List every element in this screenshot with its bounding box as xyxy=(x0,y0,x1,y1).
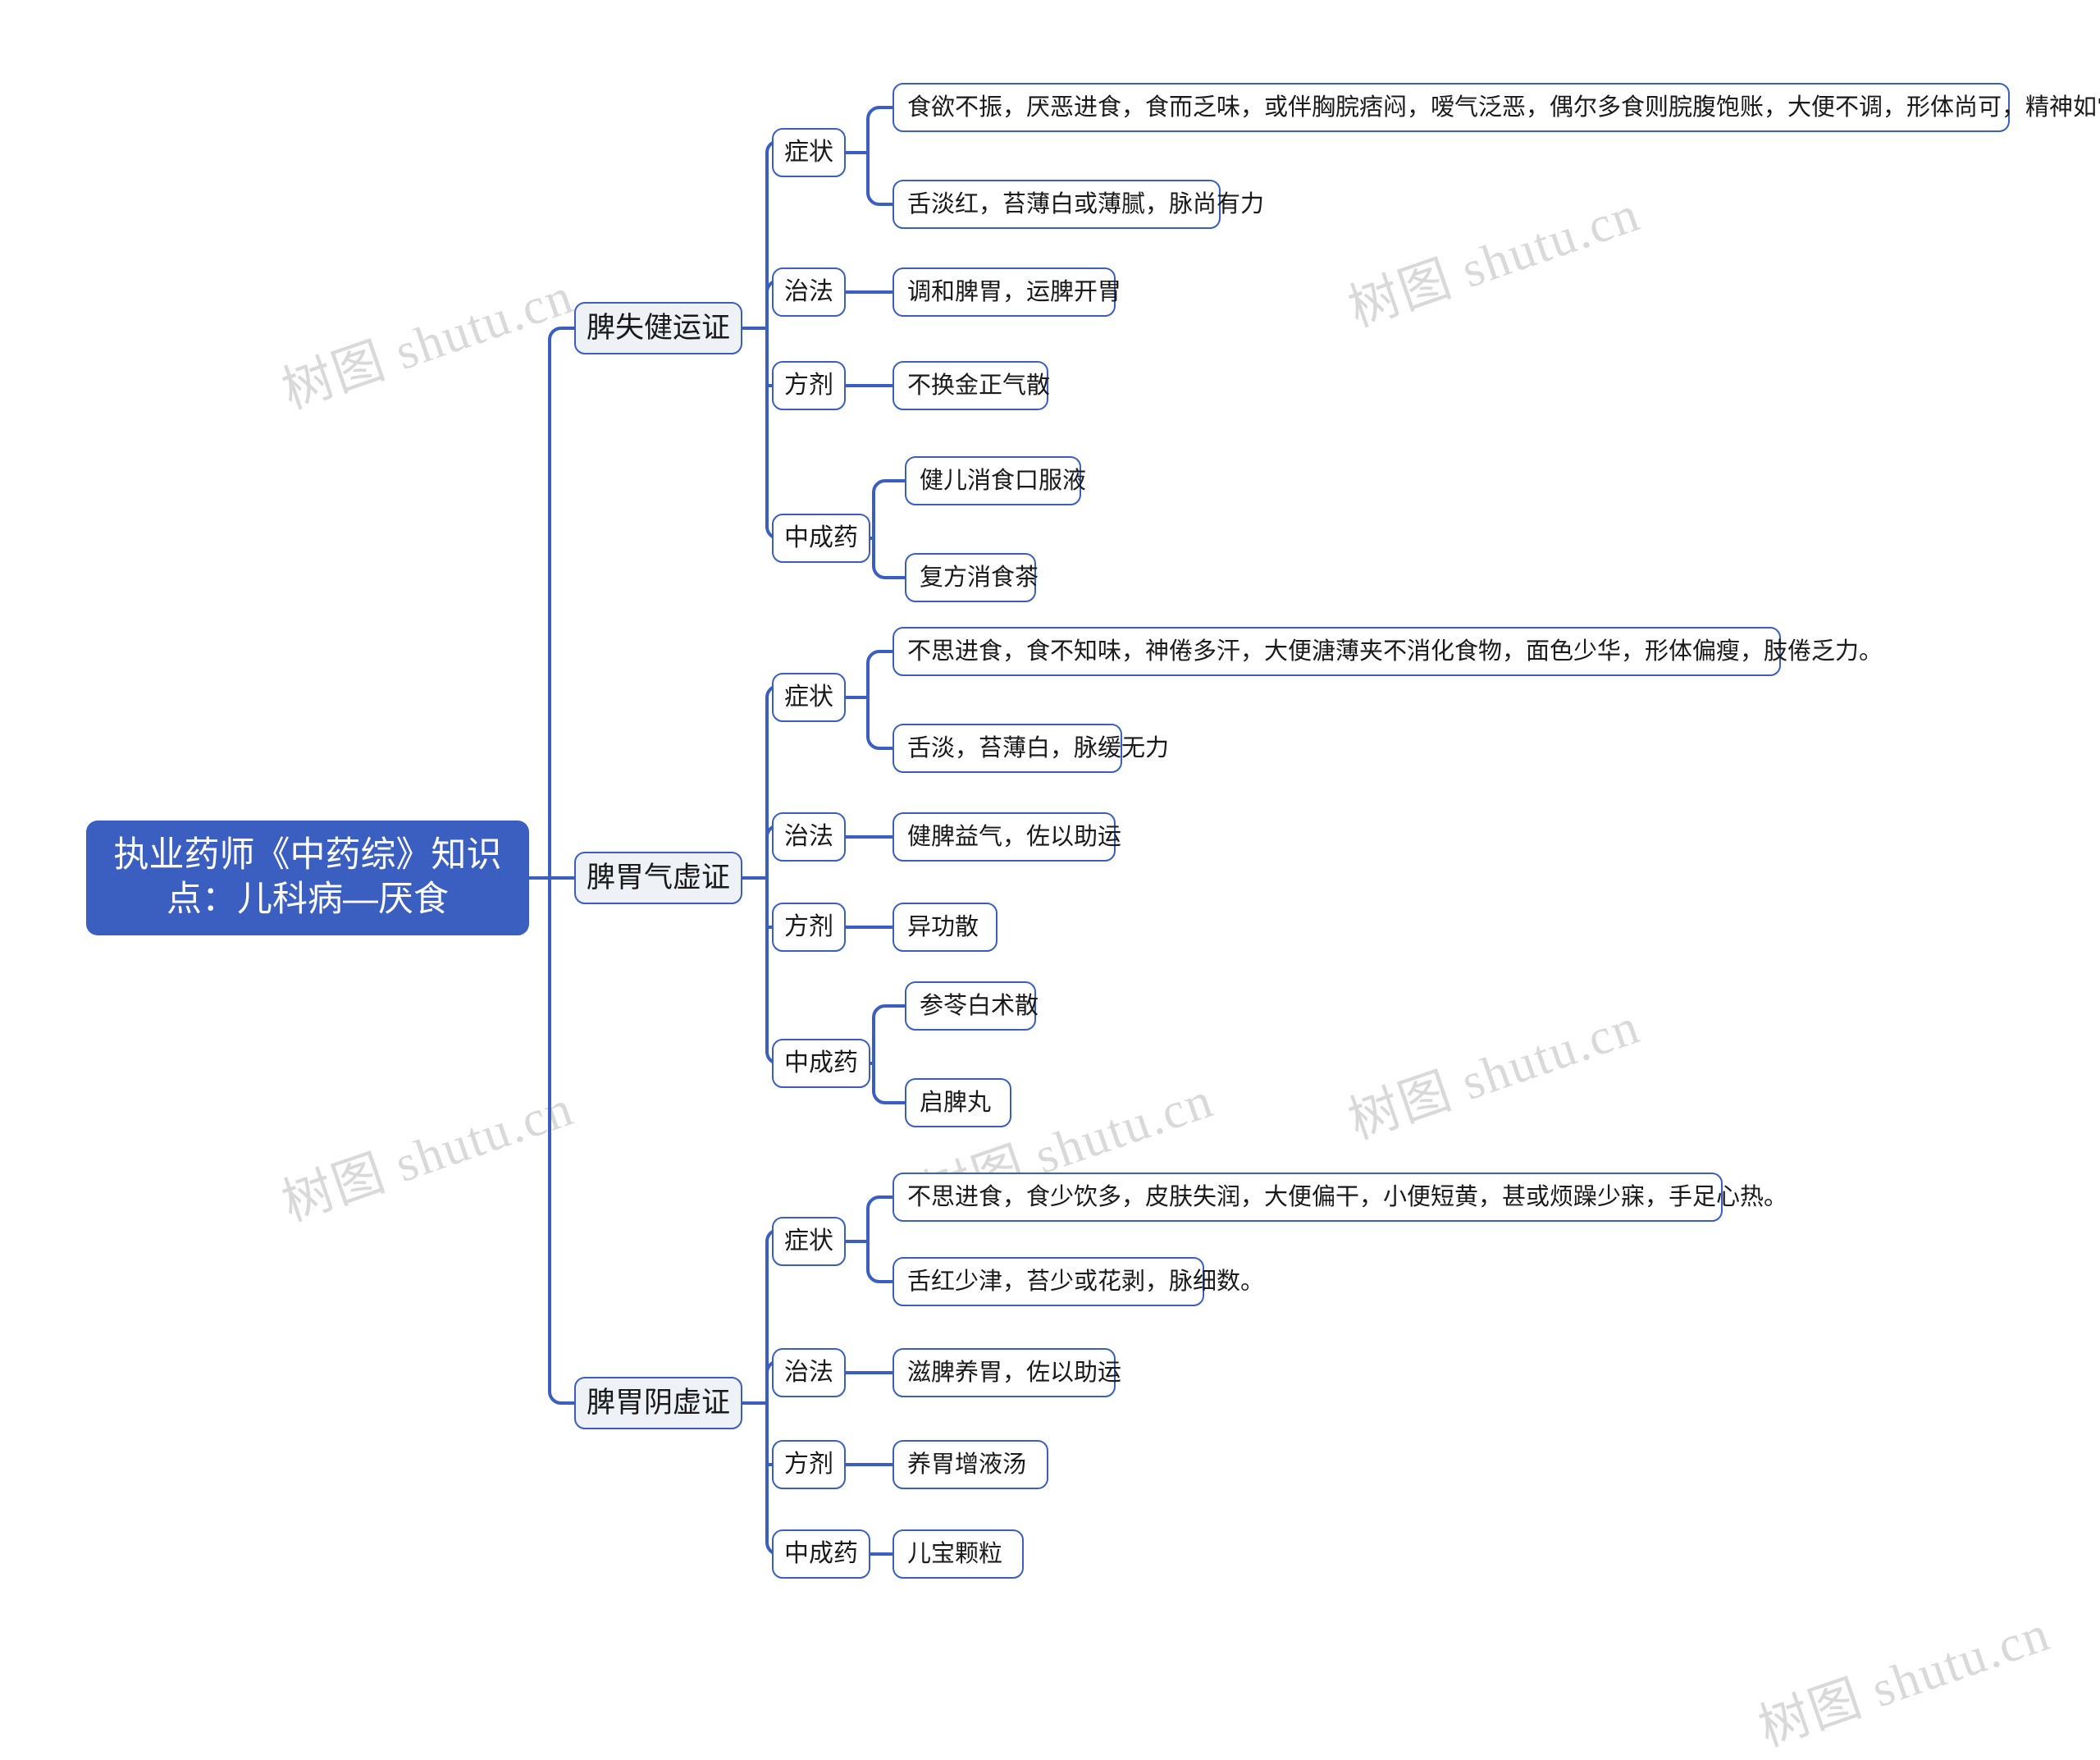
leaf-node-zhifa-3[interactable]: 滋脾养胃，佐以助运 xyxy=(892,1348,1121,1397)
section-node-zhengzhuang-2[interactable]: 症状 xyxy=(772,673,846,722)
section-label: 方剂 xyxy=(784,913,833,941)
section-node-zhengzhuang-3[interactable]: 症状 xyxy=(772,1217,846,1266)
section-node-zhifa-2[interactable]: 治法 xyxy=(772,812,846,862)
branch-node-piweiqixuzheng[interactable]: 脾胃气虚证 xyxy=(574,852,742,904)
leaf-node-fangji-3[interactable]: 养胃增液汤 xyxy=(892,1440,1048,1489)
leaf-text: 舌红少津，苔少或花剥，脉细数。 xyxy=(907,1268,1265,1295)
branch-label: 脾胃阴虚证 xyxy=(587,1387,731,1419)
section-node-zhengzhuang-1[interactable]: 症状 xyxy=(772,128,846,177)
leaf-text: 儿宝颗粒 xyxy=(907,1540,1003,1567)
branch-label: 脾失健运证 xyxy=(587,312,731,345)
leaf-text: 健儿消食口服液 xyxy=(920,467,1087,494)
branch-node-pishijianyunzheng[interactable]: 脾失健运证 xyxy=(574,302,742,354)
leaf-node-medicine-1-2[interactable]: 复方消食茶 xyxy=(905,553,1039,602)
leaf-node-medicine-3-1[interactable]: 儿宝颗粒 xyxy=(892,1529,1024,1579)
leaf-text: 养胃增液汤 xyxy=(907,1451,1027,1478)
leaf-node-symptom-main-2[interactable]: 不思进食，食不知味，神倦多汗，大便溏薄夹不消化食物，面色少华，形体偏瘦，肢倦乏力… xyxy=(892,627,1883,676)
leaf-node-zhifa-1[interactable]: 调和脾胃，运脾开胃 xyxy=(892,267,1121,317)
root-title-line-1: 执业药师《中药综》知识 xyxy=(113,835,502,875)
leaf-node-tongue-pulse-1[interactable]: 舌淡红，苔薄白或薄腻，脉尚有力 xyxy=(892,180,1264,229)
leaf-text: 滋脾养胃，佐以助运 xyxy=(907,1359,1122,1386)
section-label: 中成药 xyxy=(784,1540,858,1568)
leaf-node-tongue-pulse-2[interactable]: 舌淡，苔薄白，脉缓无力 xyxy=(892,724,1169,773)
leaf-node-symptom-main-3[interactable]: 不思进食，食少饮多，皮肤失润，大便偏干，小便短黄，甚或烦躁少寐，手足心热。 xyxy=(892,1173,1787,1222)
section-label: 症状 xyxy=(784,683,833,711)
section-node-fangji-3[interactable]: 方剂 xyxy=(772,1440,846,1489)
leaf-node-fangji-1[interactable]: 不换金正气散 xyxy=(892,361,1051,410)
section-node-zhongchengyao-3[interactable]: 中成药 xyxy=(772,1529,870,1579)
section-label: 中成药 xyxy=(784,524,858,552)
leaf-node-zhifa-2[interactable]: 健脾益气，佐以助运 xyxy=(892,812,1121,862)
root-title-line-2: 点：儿科病—厌食 xyxy=(167,880,449,919)
leaf-node-tongue-pulse-3[interactable]: 舌红少津，苔少或花剥，脉细数。 xyxy=(892,1257,1264,1306)
leaf-text: 健脾益气，佐以助运 xyxy=(907,823,1122,850)
leaf-text: 调和脾胃，运脾开胃 xyxy=(907,278,1122,305)
leaf-text: 食欲不振，厌恶进食，食而乏味，或伴胸脘痞闷，嗳气泛恶，偶尔多食则脘腹饱账，大便不… xyxy=(907,94,2100,121)
leaf-text: 不思进食，食不知味，神倦多汗，大便溏薄夹不消化食物，面色少华，形体偏瘦，肢倦乏力… xyxy=(907,638,1883,665)
leaf-text: 启脾丸 xyxy=(920,1089,992,1116)
leaf-text: 异功散 xyxy=(907,913,979,940)
leaf-text: 参苓白术散 xyxy=(920,992,1039,1019)
mindmap-canvas: 树图 shutu.cn 树图 shutu.cn 树图 shutu.cn 树图 s… xyxy=(0,0,2100,1757)
section-label: 方剂 xyxy=(784,1451,833,1479)
section-node-zhifa-1[interactable]: 治法 xyxy=(772,267,846,317)
section-label: 治法 xyxy=(784,278,833,306)
section-label: 症状 xyxy=(784,139,833,167)
section-label: 中成药 xyxy=(784,1049,858,1077)
section-label: 治法 xyxy=(784,823,833,851)
section-node-fangji-2[interactable]: 方剂 xyxy=(772,903,846,952)
leaf-node-medicine-1-1[interactable]: 健儿消食口服液 xyxy=(905,456,1086,505)
leaf-node-symptom-main-1[interactable]: 食欲不振，厌恶进食，食而乏味，或伴胸脘痞闷，嗳气泛恶，偶尔多食则脘腹饱账，大便不… xyxy=(892,83,2100,132)
leaf-text: 不思进食，食少饮多，皮肤失润，大便偏干，小便短黄，甚或烦躁少寐，手足心热。 xyxy=(907,1183,1788,1210)
root-node[interactable]: 执业药师《中药综》知识 点：儿科病—厌食 xyxy=(86,821,529,935)
leaf-text: 复方消食茶 xyxy=(920,564,1039,591)
section-label: 方剂 xyxy=(784,372,833,400)
branch-label: 脾胃气虚证 xyxy=(587,862,731,894)
leaf-text: 不换金正气散 xyxy=(907,372,1051,399)
section-node-zhongchengyao-2[interactable]: 中成药 xyxy=(772,1039,870,1088)
leaf-node-fangji-2[interactable]: 异功散 xyxy=(892,903,998,952)
section-node-fangji-1[interactable]: 方剂 xyxy=(772,361,846,410)
leaf-text: 舌淡红，苔薄白或薄腻，脉尚有力 xyxy=(907,190,1265,217)
leaf-text: 舌淡，苔薄白，脉缓无力 xyxy=(907,734,1170,761)
section-node-zhongchengyao-1[interactable]: 中成药 xyxy=(772,514,870,563)
section-node-zhifa-3[interactable]: 治法 xyxy=(772,1348,846,1397)
leaf-node-medicine-2-1[interactable]: 参苓白术散 xyxy=(905,981,1039,1031)
branch-node-piweiyinxuzheng[interactable]: 脾胃阴虚证 xyxy=(574,1377,742,1429)
section-label: 治法 xyxy=(784,1359,833,1387)
section-label: 症状 xyxy=(784,1227,833,1255)
leaf-node-medicine-2-2[interactable]: 启脾丸 xyxy=(905,1078,1011,1127)
